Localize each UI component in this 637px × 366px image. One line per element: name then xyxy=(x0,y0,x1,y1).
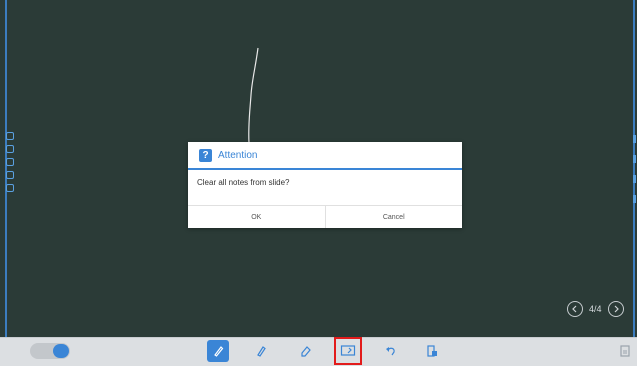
pen-tool-button[interactable] xyxy=(207,340,229,362)
eraser-icon xyxy=(301,346,311,357)
eraser-tool-button[interactable] xyxy=(295,340,317,362)
export-icon xyxy=(427,345,437,357)
dialog-buttons: OK Cancel xyxy=(188,205,462,228)
mode-toggle[interactable] xyxy=(30,343,70,359)
undo-button[interactable] xyxy=(380,340,402,362)
previous-page-button[interactable] xyxy=(567,301,583,317)
clear-slide-button[interactable] xyxy=(334,337,362,365)
clear-slide-icon xyxy=(340,345,356,356)
highlighter-tool-button[interactable] xyxy=(250,340,272,362)
chevron-right-icon xyxy=(614,305,619,313)
page-navigator: 4/4 xyxy=(567,298,637,320)
dialog-header: ? Attention xyxy=(188,142,462,170)
next-page-button[interactable] xyxy=(607,301,624,317)
dialog-message: Clear all notes from slide? xyxy=(197,178,290,187)
highlighter-icon xyxy=(257,346,266,357)
chevron-left-icon xyxy=(572,305,577,313)
undo-icon xyxy=(386,347,395,356)
bottom-toolbar xyxy=(0,337,637,366)
confirm-dialog: ? Attention Clear all notes from slide? … xyxy=(188,142,462,228)
export-button[interactable] xyxy=(421,340,443,362)
page-indicator: 4/4 xyxy=(589,304,602,314)
cancel-button[interactable]: Cancel xyxy=(324,206,463,228)
question-icon: ? xyxy=(199,148,212,162)
save-icon xyxy=(620,345,630,357)
ok-button[interactable]: OK xyxy=(188,206,325,228)
toggle-knob xyxy=(53,344,69,358)
save-button[interactable] xyxy=(614,340,636,362)
pen-icon xyxy=(214,346,224,357)
dialog-title: Attention xyxy=(218,149,258,161)
